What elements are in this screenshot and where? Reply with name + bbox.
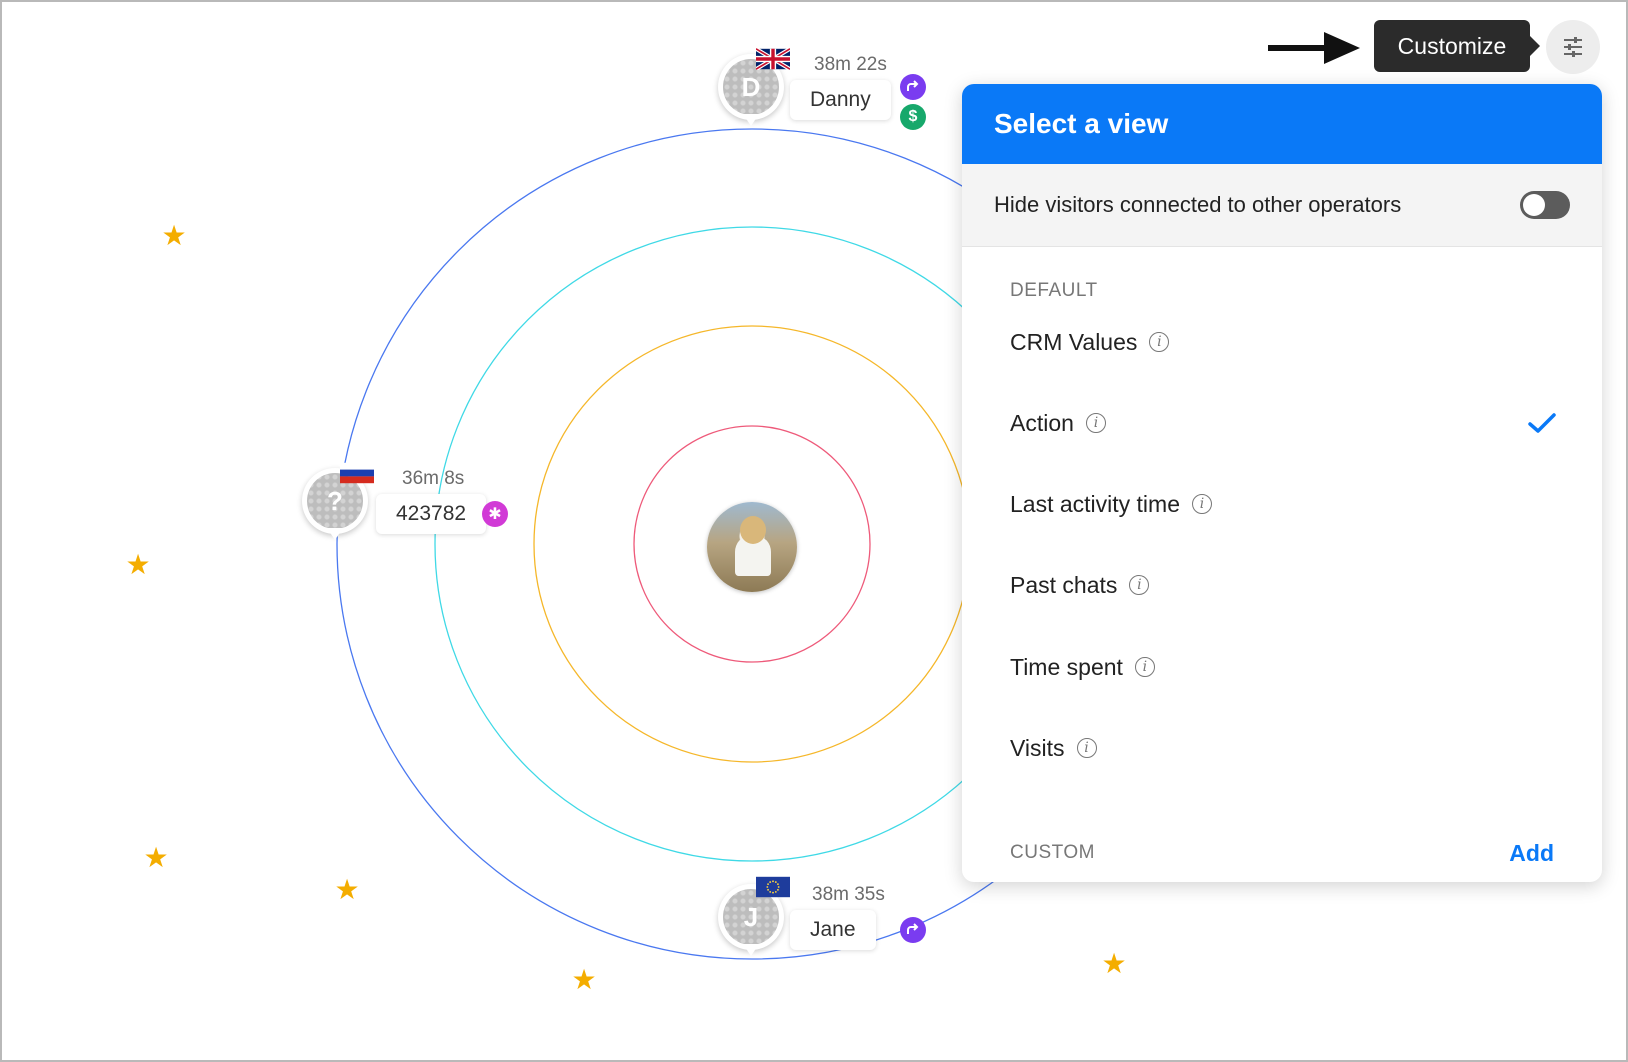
toggle-knob: [1523, 194, 1545, 216]
visitor-time: 38m 35s: [812, 884, 885, 905]
asterisk-icon: ✱: [482, 501, 508, 527]
view-option-label: Action: [1010, 409, 1074, 436]
sliders-icon: [1564, 37, 1582, 57]
section-default-label: DEFAULT: [1010, 280, 1098, 301]
view-option-label: Visits: [1010, 734, 1065, 761]
view-option-label: Last activity time: [1010, 490, 1180, 517]
visitor-radar-view: ★ ★ ★ ★ ★ ★ D 38m 22s Danny $ ? 36m 8s 4…: [0, 0, 1628, 1062]
panel-title: Select a view: [962, 84, 1602, 164]
view-option-label: Time spent: [1010, 653, 1123, 680]
info-icon[interactable]: i: [1149, 332, 1170, 352]
dollar-icon: $: [900, 104, 926, 130]
star-icon[interactable]: ★: [1100, 950, 1128, 978]
russia-flag-icon: [340, 462, 374, 484]
visitor-name[interactable]: Danny: [790, 80, 891, 120]
visitor-name[interactable]: Jane: [790, 910, 876, 950]
customize-tooltip: Customize: [1374, 20, 1540, 72]
star-icon[interactable]: ★: [333, 876, 361, 904]
star-icon[interactable]: ★: [160, 222, 188, 250]
add-custom-view-link[interactable]: Add: [1509, 840, 1554, 867]
star-icon[interactable]: ★: [570, 966, 598, 994]
info-icon[interactable]: i: [1076, 738, 1097, 758]
visitor-time: 38m 22s: [814, 54, 887, 75]
customize-button[interactable]: [1546, 20, 1600, 74]
info-icon[interactable]: i: [1192, 494, 1212, 514]
view-option-time-spent[interactable]: Time spent i: [1010, 645, 1556, 689]
info-icon[interactable]: i: [1134, 657, 1155, 677]
visitor-name[interactable]: 423782: [376, 494, 487, 534]
view-option-label: CRM Values: [1010, 328, 1138, 355]
hide-visitors-label: Hide visitors connected to other operato…: [994, 192, 1402, 217]
view-option-action[interactable]: Action i: [1010, 401, 1556, 445]
star-icon[interactable]: ★: [142, 844, 170, 872]
redirect-icon: [900, 74, 926, 100]
view-option-label: Past chats: [1010, 571, 1118, 598]
star-icon[interactable]: ★: [124, 551, 152, 579]
operator-avatar[interactable]: [707, 502, 797, 592]
select-view-panel: Select a view Hide visitors connected to…: [962, 84, 1602, 882]
view-option-last-activity-time[interactable]: Last activity time i: [1010, 482, 1556, 526]
uk-flag-icon: [756, 48, 790, 70]
eu-flag-icon: [756, 876, 790, 898]
hide-visitors-toggle[interactable]: [1520, 191, 1570, 219]
info-icon[interactable]: i: [1085, 413, 1106, 433]
arrow-right-icon: [1264, 28, 1364, 73]
view-option-past-chats[interactable]: Past chats i: [1010, 563, 1556, 607]
view-option-visits[interactable]: Visits i: [1010, 726, 1556, 770]
section-custom-label: CUSTOM: [1010, 842, 1095, 863]
visitor-time: 36m 8s: [402, 468, 465, 489]
redirect-icon: [900, 917, 926, 943]
checkmark-icon: [1528, 413, 1556, 433]
hide-visitors-row: Hide visitors connected to other operato…: [962, 164, 1602, 247]
view-option-crm-values[interactable]: CRM Values i: [1010, 320, 1556, 364]
info-icon[interactable]: i: [1129, 575, 1150, 595]
